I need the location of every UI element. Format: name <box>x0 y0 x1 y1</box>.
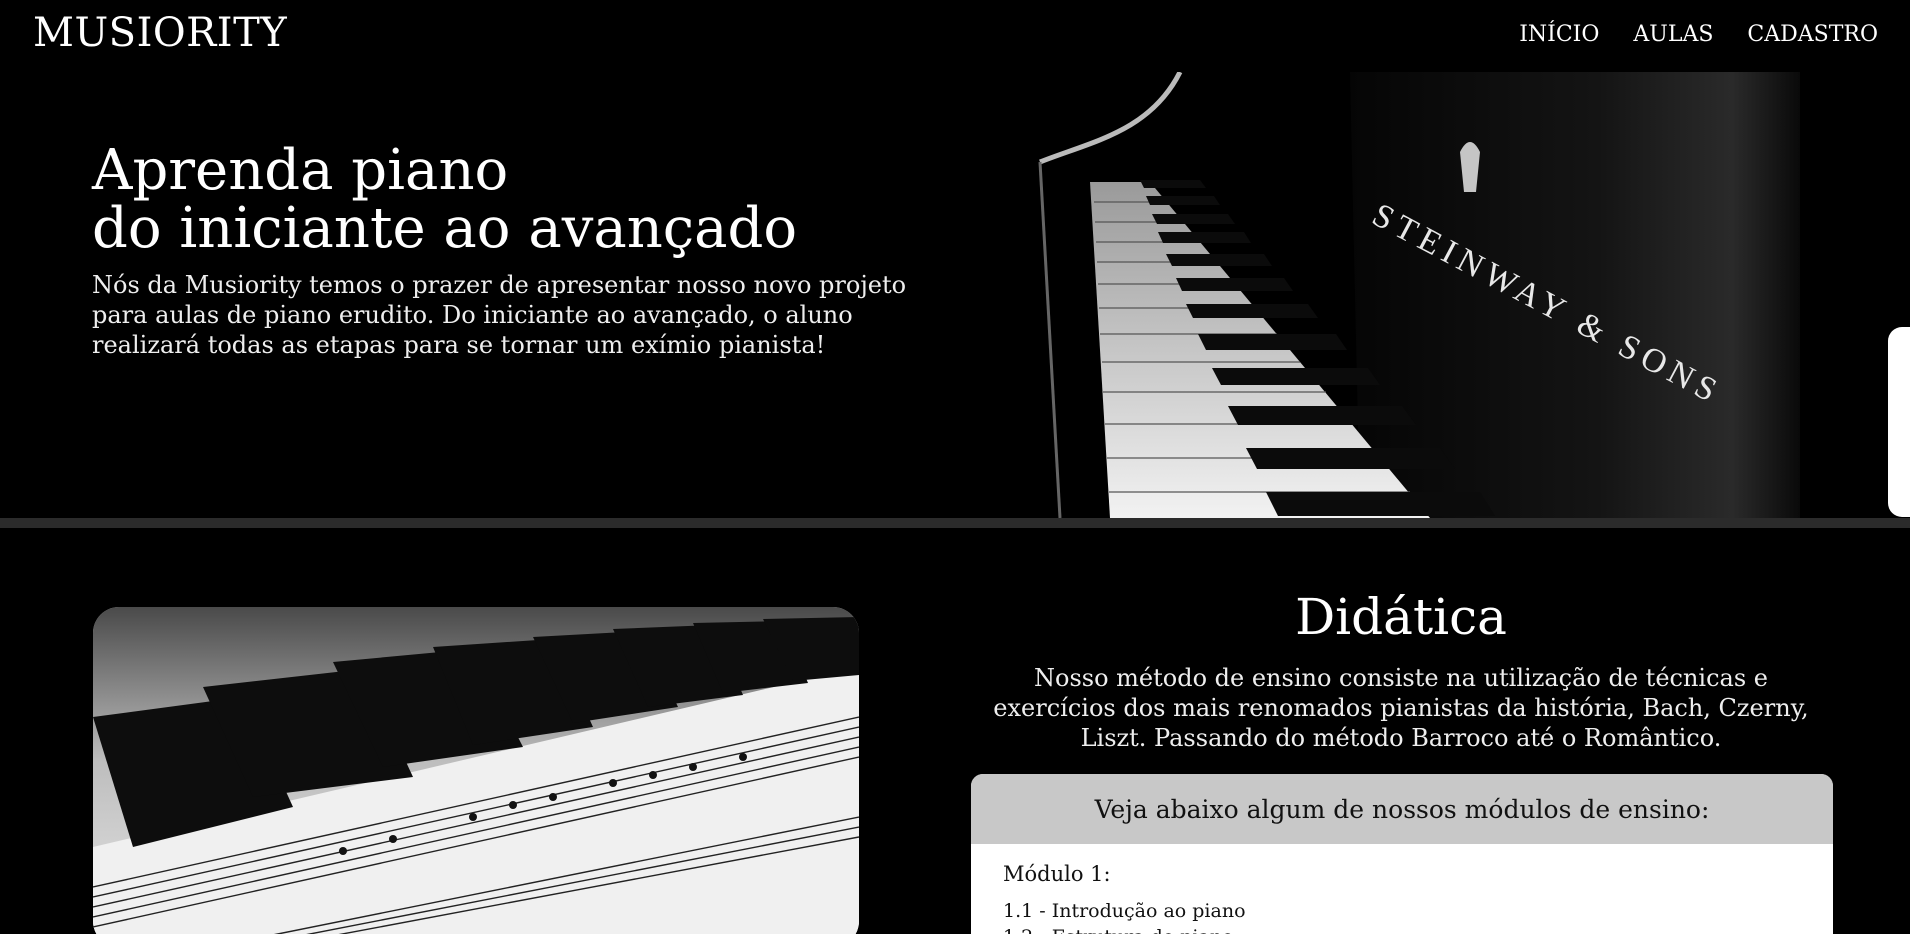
site-logo[interactable]: MUSIORITY <box>33 10 287 56</box>
modules-card: Veja abaixo algum de nossos módulos de e… <box>971 774 1833 934</box>
side-scroll-tab[interactable] <box>1888 327 1910 517</box>
didatica-section: Didática Nosso método de ensino consiste… <box>0 528 1910 934</box>
nav-link-aulas[interactable]: AULAS <box>1633 22 1713 47</box>
hero-title-line-2: do iniciante ao avançado <box>92 196 798 261</box>
module-title: Módulo 1: <box>1003 862 1111 886</box>
hero-description: Nós da Musiority temos o prazer de apres… <box>92 271 907 359</box>
section-divider <box>0 518 1910 528</box>
module-item: 1.2 - Estrutura do piano <box>1003 924 1801 934</box>
didatica-description: Nosso método de ensino consiste na utili… <box>993 664 1809 752</box>
modules-card-heading: Veja abaixo algum de nossos módulos de e… <box>971 774 1833 844</box>
hero-title: Aprenda piano do iniciante ao avançado <box>92 142 797 258</box>
didatica-title: Didática <box>1295 588 1507 646</box>
main-nav: INÍCIO AULAS CADASTRO <box>1519 22 1878 47</box>
module-item: 1.1 - Introdução ao piano <box>1003 900 1246 922</box>
piano-sheet-music-image <box>93 607 859 934</box>
hero-section: Aprenda piano do iniciante ao avançado N… <box>0 72 1910 518</box>
hero-title-line-1: Aprenda piano <box>92 138 509 203</box>
nav-link-inicio[interactable]: INÍCIO <box>1519 22 1599 47</box>
modules-card-body: Módulo 1: 1.1 - Introdução ao piano 1.2 … <box>971 844 1833 934</box>
site-header: MUSIORITY INÍCIO AULAS CADASTRO <box>0 0 1910 72</box>
grand-piano-image: STEINWAY & SONS <box>1030 72 1800 518</box>
nav-link-cadastro[interactable]: CADASTRO <box>1747 22 1878 47</box>
